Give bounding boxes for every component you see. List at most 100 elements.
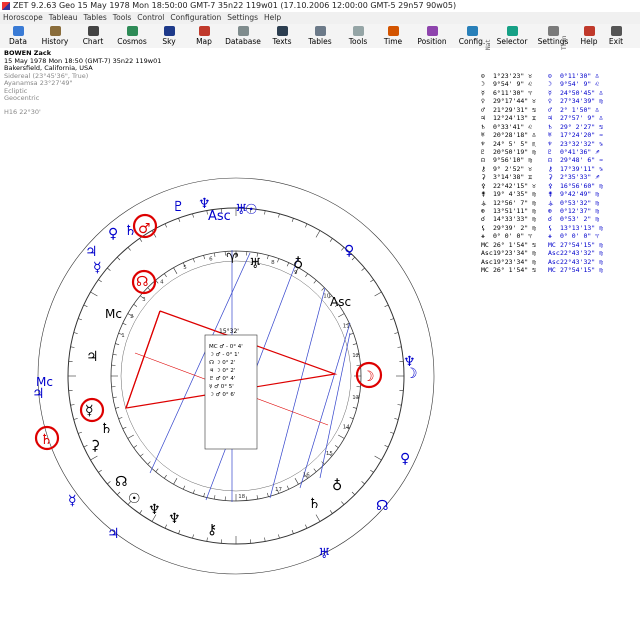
table-row[interactable]: ⚸ 29°39' 2" ♍ ⚸ 13°13'13" ♍ xyxy=(481,224,631,232)
database-icon xyxy=(237,26,249,36)
toolbar-tables-button[interactable]: Tables xyxy=(300,24,340,48)
toolbar-tools-button[interactable]: Tools xyxy=(340,24,376,48)
table-cell-g1: ☌ xyxy=(481,215,485,224)
table-row[interactable]: ♅ 20°28'18" ♎ ♅ 17°24'20" ♒ xyxy=(481,131,631,139)
table-row[interactable]: MC 26° 1'54" ♋ MC 27°54'15" ♍ xyxy=(481,266,631,274)
toolbar-data-button[interactable]: Data xyxy=(0,24,36,48)
table-cell-g1: ♃ xyxy=(481,114,485,123)
transit-tick xyxy=(192,213,194,218)
menu-tables[interactable]: Tables xyxy=(80,12,109,24)
menu-configuration[interactable]: Configuration xyxy=(167,12,224,24)
transit-tick xyxy=(116,491,121,496)
map-icon xyxy=(198,26,210,36)
toolbar-exit-button[interactable]: Exit xyxy=(606,24,626,48)
degree-tick xyxy=(256,495,258,500)
table-row[interactable]: ⚴ 22°42'15" ♉ ⚴ 16°56'60" ♍ xyxy=(481,182,631,190)
table-row[interactable]: ☌ 14°33'33" ♍ ☌ 0°53' 2" ♍ xyxy=(481,215,631,223)
table-cell-v1: 1°23'23" ♉ xyxy=(493,72,533,80)
toolbar-history-button[interactable]: History xyxy=(36,24,74,48)
aspect-entry: ♇ ♂ 0° 4' xyxy=(209,375,235,382)
table-cell-v1: 19°23'34" ♍ xyxy=(493,257,537,266)
toolbar-time-button[interactable]: Time xyxy=(376,24,410,48)
transit-tick xyxy=(127,247,131,251)
table-row[interactable]: ♄ 0°33'41" ♌ ♄ 29° 2'27" ♋ xyxy=(481,123,631,131)
horoscope-wheel[interactable]: 15°32' MC ♂ - 0° 4'☽ ♂ - 0° 1'☊ ☽ 0° 2'♃… xyxy=(0,108,470,608)
toolbar-selector-button[interactable]: Selector xyxy=(490,24,534,48)
menu-horoscope[interactable]: Horoscope xyxy=(0,12,46,24)
table-cell-g1: ☿ xyxy=(481,88,485,97)
table-cell-v2: 2°35'33" ♐ xyxy=(560,173,600,182)
transit-tick xyxy=(370,279,374,283)
transit-asc-label: Asc xyxy=(208,209,231,224)
table-row[interactable]: ⚹ 0° 0' 0" ♈ ⚹ 0° 0' 0" ♈ xyxy=(481,232,631,240)
table-cell-v1: 0° 0' 0" ♈ xyxy=(493,232,533,241)
table-row[interactable]: Asc 19°23'34" ♍ Asc 22°43'32" ♍ xyxy=(481,249,631,257)
toolbar-help-button[interactable]: Help xyxy=(572,24,606,48)
transit-tick xyxy=(291,217,294,223)
table-row[interactable]: ⚷ 9° 2'52" ♉ ⚷ 17°39'11" ♑ xyxy=(481,165,631,173)
table-cell-v2: 29° 2'27" ♋ xyxy=(560,122,604,131)
degree-tick xyxy=(313,468,317,472)
table-row[interactable]: ♀ 29°17'44" ♉ ♀ 27°34'39" ♍ xyxy=(481,97,631,105)
table-row[interactable]: ⚶ 12°56' 7" ♍ ⚶ 0°53'32" ♍ xyxy=(481,199,631,207)
history-icon xyxy=(49,26,61,36)
table-row[interactable]: ♆ 24° 5' 5" ♏ ♆ 23°32'32" ♑ xyxy=(481,140,631,148)
data-icon xyxy=(12,26,24,36)
table-row[interactable]: ♇ 20°50'19" ♍ ♇ 0°41'36" ♐ xyxy=(481,148,631,156)
transit-tick xyxy=(264,537,266,542)
table-row[interactable]: ⚵ 19° 4'35" ♍ ⚵ 9°42'49" ♍ xyxy=(481,190,631,198)
table-row[interactable]: ⊙ 1°23'23" ♉ ⊙ 0°11'30" ♎ xyxy=(481,72,631,80)
table-cell-g2: Asc xyxy=(548,249,560,258)
natal-column-header: Nat xyxy=(485,39,492,50)
toolbar-texts-button[interactable]: Texts xyxy=(264,24,300,48)
transit-tick xyxy=(83,304,88,307)
toolbar-position-button[interactable]: Position xyxy=(410,24,454,48)
table-cell-g2: ☌ xyxy=(548,215,552,224)
table-row[interactable]: ♂ 21°29'31" ♋ ♂ 2° 1'50" ♎ xyxy=(481,106,631,114)
table-row[interactable]: ♃ 12°24'13" ♊ ♃ 27°57' 9" ♎ xyxy=(481,114,631,122)
table-cell-v1: 19°23'34" ♍ xyxy=(493,249,537,258)
table-cell-v1: 12°56' 7" ♍ xyxy=(493,198,537,207)
table-row[interactable]: ⚳ 3°14'38" ♊ ⚳ 2°35'33" ♐ xyxy=(481,173,631,181)
toolbar-map-button[interactable]: Map xyxy=(186,24,222,48)
menu-control[interactable]: Control xyxy=(134,12,167,24)
toolbar-chart-button[interactable]: Chart xyxy=(74,24,112,48)
table-cell-v1: 29°17'44" ♉ xyxy=(493,97,537,106)
degree-tick xyxy=(277,258,280,263)
table-cell-g1: ☊ xyxy=(481,156,485,165)
natal-pluto-icon: ♇ xyxy=(172,199,185,215)
table-row[interactable]: ☊ 9°56'10" ♍ ☊ 29°48' 6" ♒ xyxy=(481,156,631,164)
transit-tick xyxy=(315,230,321,238)
natal-node-icon: ☊ xyxy=(136,274,148,290)
toolbar-cosmos-button[interactable]: Cosmos xyxy=(112,24,152,48)
degree-tick xyxy=(173,478,178,485)
degree-tick xyxy=(192,258,195,263)
toolbar-database-button[interactable]: Database xyxy=(222,24,264,48)
toolbar-label: Exit xyxy=(608,37,624,46)
table-row[interactable]: ☽ 9°54' 9" ♌ ☽ 9°54' 9" ♌ xyxy=(481,80,631,88)
degree-tick xyxy=(140,453,144,457)
table-row[interactable]: MC 26° 1'54" ♋ MC 27°54'15" ♍ xyxy=(481,241,631,249)
toolbar-label: Position xyxy=(417,37,447,46)
degree-tick xyxy=(352,343,357,345)
table-row[interactable]: Asc 19°23'34" ♍ Asc 22°43'32" ♍ xyxy=(481,258,631,266)
degree-tick xyxy=(338,434,345,439)
table-row[interactable]: ☿ 6°11'30" ♈ ☿ 24°50'45" ♎ xyxy=(481,89,631,97)
table-cell-g1: ⚳ xyxy=(481,173,486,182)
menu-tools[interactable]: Tools xyxy=(110,12,134,24)
natal-mercury2-icon: ☿ xyxy=(85,403,94,419)
toolbar-label: Chart xyxy=(82,37,104,46)
aspect-entry: ☽ ♂ - 0° 1' xyxy=(209,352,239,358)
menu-help[interactable]: Help xyxy=(261,12,284,24)
toolbar-sky-button[interactable]: Sky xyxy=(152,24,186,48)
transit-ceres-icon: ♄ xyxy=(100,421,113,437)
table-cell-v2: 0° 0' 0" ♈ xyxy=(560,232,600,241)
house-number: 1 xyxy=(121,333,125,339)
table-row[interactable]: ⊕ 13°51'11" ♍ ⊕ 0°12'37" ♍ xyxy=(481,207,631,215)
degree-tick xyxy=(214,252,216,257)
transit-tick xyxy=(90,455,98,461)
menu-tableau[interactable]: Tableau xyxy=(46,12,81,24)
menu-settings[interactable]: Settings xyxy=(224,12,261,24)
degree-tick xyxy=(305,273,308,278)
natal-node2-icon: ☊ xyxy=(115,474,127,490)
